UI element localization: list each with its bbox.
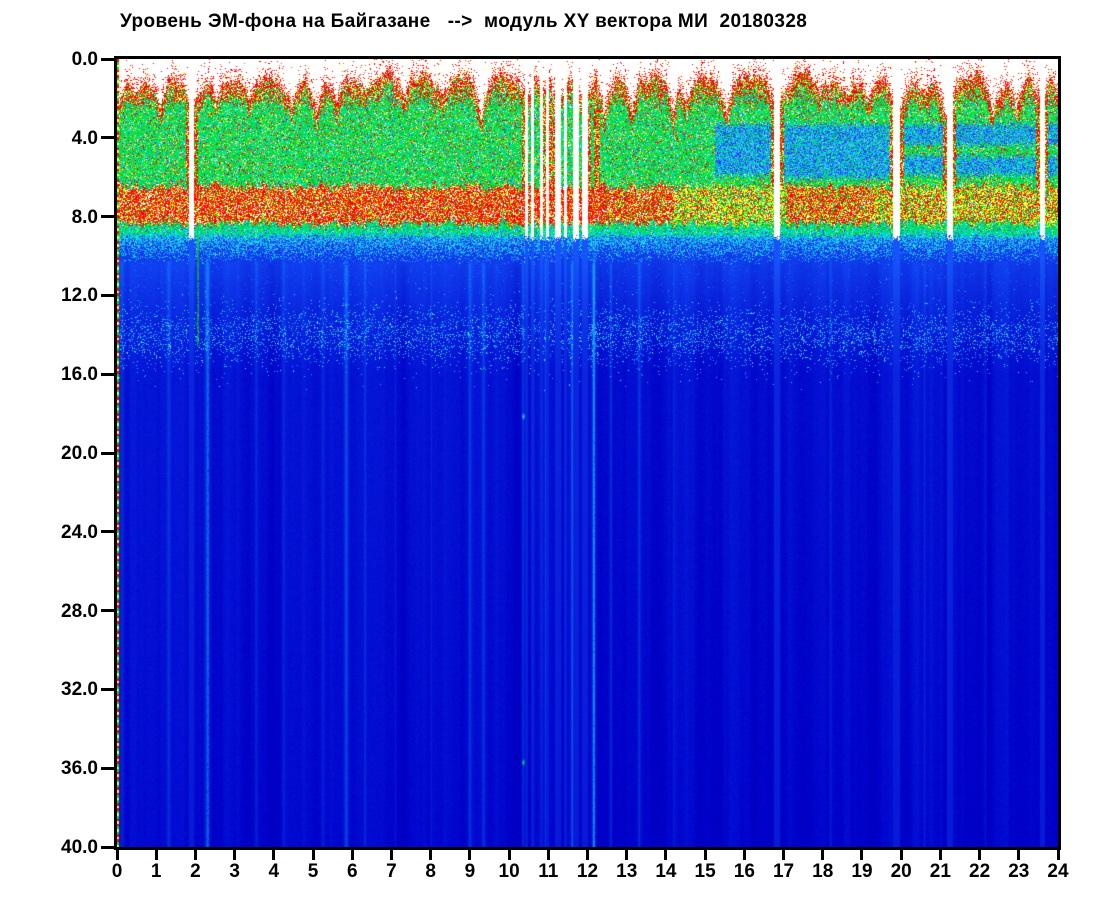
- y-tick-label: 36.0: [61, 758, 98, 780]
- x-tick-label: 12: [576, 861, 599, 882]
- chart-title: Уровень ЭМ-фона на Байгазане --> модуль …: [120, 11, 808, 32]
- x-axis-tick: [546, 850, 550, 860]
- x-axis-tick: [1017, 850, 1021, 860]
- y-axis-tick: [101, 530, 114, 534]
- y-tick-label: 40.0: [61, 837, 98, 858]
- y-axis-tick: [101, 609, 114, 613]
- x-axis-tick: [507, 850, 511, 860]
- x-axis-tick: [154, 850, 158, 860]
- x-tick-label: 19: [851, 861, 873, 882]
- x-axis-tick: [586, 850, 589, 860]
- x-tick-label: 14: [655, 861, 677, 882]
- y-tick-label: 24.0: [61, 521, 98, 543]
- x-axis-tick: [821, 850, 825, 860]
- x-tick-label: 23: [1008, 861, 1030, 882]
- plot-frame: [114, 56, 1061, 850]
- x-axis-tick: [115, 850, 119, 860]
- x-axis-tick: [1056, 850, 1060, 860]
- x-axis-tick: [742, 850, 746, 860]
- x-axis-tick: [468, 850, 472, 860]
- x-tick-label: 13: [616, 861, 638, 882]
- x-axis-tick: [625, 850, 629, 860]
- y-axis-tick: [101, 451, 114, 455]
- y-tick-label: 8.0: [71, 206, 98, 228]
- x-tick-label: 4: [268, 861, 280, 882]
- x-tick-label: 22: [969, 861, 991, 882]
- x-axis-tick: [233, 850, 237, 860]
- x-tick-label: 17: [772, 861, 795, 882]
- x-tick-label: 20: [890, 861, 912, 882]
- y-axis-tick: [101, 372, 114, 376]
- x-axis-tick: [860, 850, 864, 860]
- y-axis-tick: [101, 687, 114, 691]
- y-axis-tick: [101, 136, 114, 140]
- y-axis-tick: [101, 293, 114, 297]
- spectrogram-canvas: [117, 59, 1058, 847]
- x-axis-tick: [978, 850, 982, 860]
- x-tick-label: 18: [812, 861, 834, 882]
- y-tick-label: 16.0: [61, 364, 98, 386]
- x-tick-label: 5: [307, 861, 319, 882]
- x-tick-label: 15: [694, 861, 716, 882]
- x-tick-label: 6: [346, 861, 358, 882]
- x-tick-label: 11: [538, 861, 559, 882]
- y-axis-tick: [101, 845, 114, 849]
- x-axis-tick: [389, 850, 393, 860]
- x-axis-tick: [938, 850, 942, 860]
- x-tick-label: 10: [498, 861, 520, 882]
- y-axis-tick: [101, 57, 114, 61]
- x-tick-label: 1: [150, 861, 162, 882]
- x-axis-tick: [272, 850, 276, 860]
- x-axis-tick: [350, 850, 354, 860]
- x-axis-tick: [782, 850, 786, 860]
- x-tick-label: 21: [929, 861, 951, 882]
- x-axis-tick: [703, 850, 707, 860]
- y-tick-label: 32.0: [61, 679, 98, 701]
- y-tick-label: 28.0: [61, 600, 98, 622]
- x-tick-label: 9: [464, 861, 476, 882]
- y-tick-label: 20.0: [61, 443, 98, 464]
- x-tick-label: 8: [425, 861, 436, 882]
- x-axis-tick: [311, 850, 315, 860]
- x-axis-tick: [193, 850, 197, 860]
- x-tick-label: 7: [386, 861, 397, 882]
- x-tick-label: 24: [1047, 861, 1069, 882]
- y-tick-label: 4.0: [71, 127, 98, 149]
- y-tick-label: 0.0: [71, 49, 98, 70]
- x-axis-tick: [899, 850, 903, 860]
- x-tick-label: 0: [111, 861, 123, 882]
- y-tick-label: 12.0: [61, 285, 98, 307]
- y-axis-tick: [101, 215, 114, 219]
- x-axis-tick: [664, 850, 668, 860]
- x-axis-tick: [429, 850, 433, 860]
- x-tick-label: 16: [733, 861, 755, 882]
- x-tick-label: 3: [229, 861, 240, 882]
- y-axis-tick: [101, 766, 114, 770]
- x-tick-label: 2: [190, 861, 201, 882]
